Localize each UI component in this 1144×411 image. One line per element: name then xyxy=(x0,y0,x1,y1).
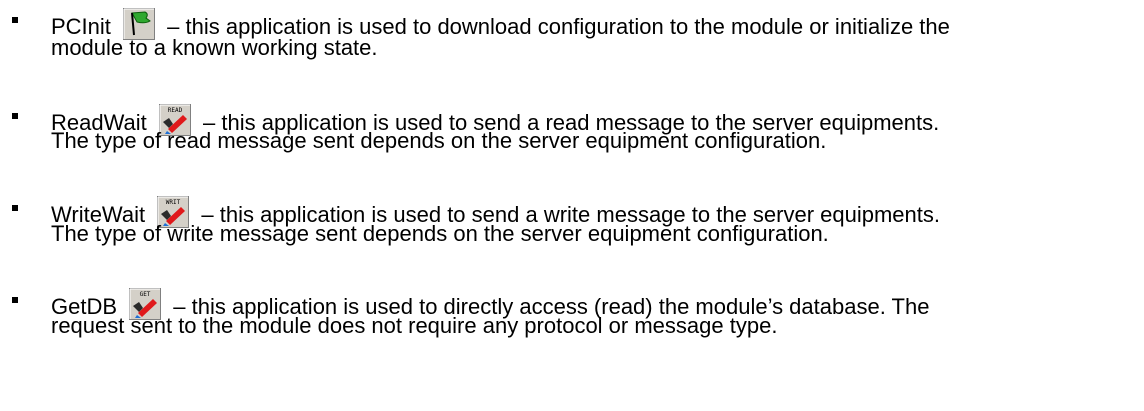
bullet xyxy=(12,113,18,119)
write-icon-label: WRIT xyxy=(166,199,181,206)
bullet xyxy=(12,17,18,23)
item-description-line-2: request sent to the module does not requ… xyxy=(51,313,778,338)
read-icon-label: READ xyxy=(168,107,183,114)
item-line-2: module to a known working state. xyxy=(51,36,378,60)
item-line-2: The type of read message sent depends on… xyxy=(51,129,826,153)
item-line-2: The type of write message sent depends o… xyxy=(51,222,829,246)
bullet xyxy=(12,297,18,303)
item-line-2: request sent to the module does not requ… xyxy=(51,314,777,338)
bullet xyxy=(12,205,18,211)
item-description-line-2: The type of write message sent depends o… xyxy=(51,221,829,246)
get-icon-label: GET xyxy=(140,291,151,298)
item-description-line-2: The type of read message sent depends on… xyxy=(51,128,827,153)
item-description-line-2: module to a known working state. xyxy=(51,35,378,60)
